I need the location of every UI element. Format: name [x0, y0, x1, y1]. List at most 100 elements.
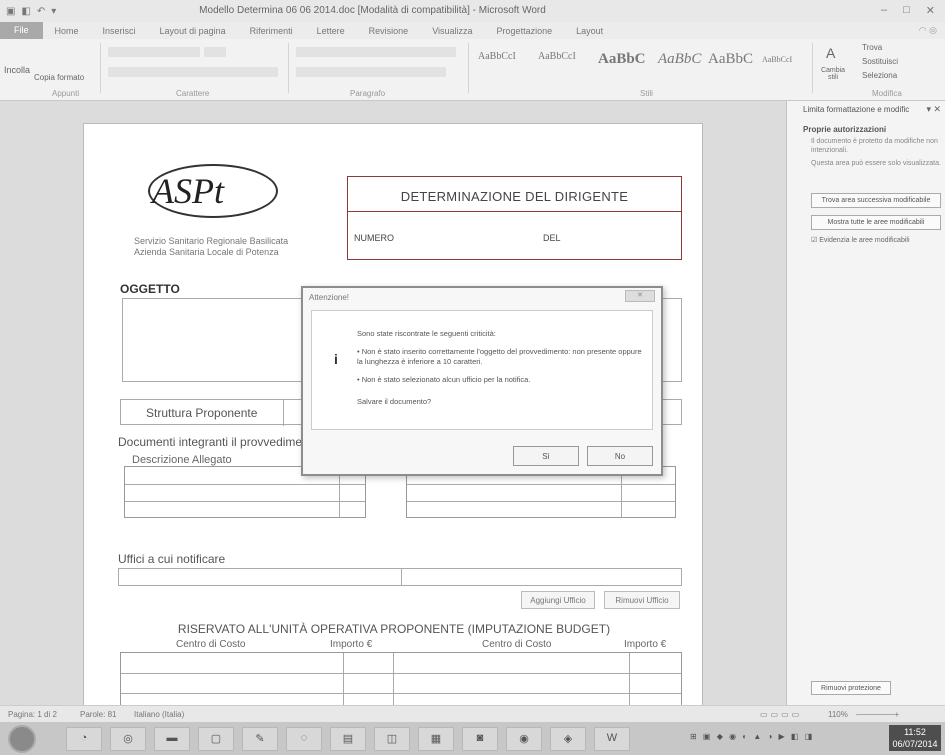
- pane-close-icon[interactable]: ▾ ✕: [926, 104, 941, 115]
- taskbar-app-8-icon[interactable]: ◫: [374, 727, 410, 751]
- uffici-label: Uffici a cui notificare: [118, 552, 226, 566]
- style-heading1[interactable]: AaBbC: [598, 51, 646, 68]
- clock-date: 06/07/2014: [892, 739, 938, 749]
- taskbar-app-6-icon[interactable]: ◌: [286, 727, 322, 751]
- numero-label: NUMERO: [354, 233, 394, 243]
- system-tray-icons[interactable]: ⊞ ▣ ◆ ◉ ◐ ▲ ◑ ▶ ◧ ◨: [690, 732, 814, 741]
- group-editing: Modifica: [872, 89, 902, 98]
- style-no-spacing[interactable]: AaBbCcI: [538, 51, 576, 62]
- ribbon-tabs: File Home Inserisci Layout di pagina Rif…: [0, 22, 945, 39]
- font-size-box[interactable]: [204, 47, 226, 57]
- minimize-icon[interactable]: –: [881, 4, 887, 17]
- taskbar-app-5-icon[interactable]: ✎: [242, 727, 278, 751]
- tab-layout[interactable]: Layout: [564, 26, 615, 36]
- dialog-bullet-2: • Non è stato selezionato alcun ufficio …: [357, 375, 531, 384]
- oggetto-label: OGGETTO: [120, 282, 180, 296]
- taskbar-app-10-icon[interactable]: ◙: [462, 727, 498, 751]
- zoom-level[interactable]: 110%: [828, 710, 848, 719]
- del-label: DEL: [543, 233, 561, 243]
- language-indicator[interactable]: Italiano (Italia): [134, 710, 184, 719]
- help-icon[interactable]: ◠ ◎: [919, 25, 937, 36]
- alignment-buttons[interactable]: [296, 67, 446, 77]
- find-next-editable-button[interactable]: Trova area successiva modificabile: [811, 193, 941, 208]
- warning-dialog: Attenzione! ✕ i Sono state riscontrate l…: [301, 286, 663, 476]
- highlight-editable-checkbox[interactable]: ☑ Evidenzia le aree modificabili: [811, 236, 910, 244]
- view-buttons[interactable]: ▭▭▭▭: [760, 710, 802, 719]
- close-icon[interactable]: ✕: [926, 4, 935, 17]
- paste-button[interactable]: Incolla: [4, 65, 30, 75]
- taskbar-app-3-icon[interactable]: ▬: [154, 727, 190, 751]
- add-office-button[interactable]: Aggiungi Ufficio: [521, 591, 595, 609]
- pane-text-protected: Il documento è protetto da modifiche non…: [811, 138, 938, 154]
- documenti-label: Documenti integranti il provvedime: [118, 435, 303, 449]
- budget-table[interactable]: [120, 652, 682, 705]
- window-title: Modello Determina 06 06 2014.doc [Modali…: [199, 5, 546, 16]
- budget-title: RISERVATO ALL'UNITÀ OPERATIVA PROPONENTE…: [177, 622, 611, 636]
- find-button[interactable]: Trova: [862, 43, 882, 52]
- budget-header-cost1: Centro di Costo: [176, 639, 246, 650]
- style-heading2[interactable]: AaBbC: [658, 51, 701, 68]
- highlight-editable-label: Evidenzia le aree modificabili: [819, 237, 910, 244]
- dialog-bullet-1: • Non è stato inserito correttamente l'o…: [357, 347, 642, 366]
- uffici-field[interactable]: [118, 568, 682, 586]
- tab-insert[interactable]: Inserisci: [91, 26, 148, 36]
- budget-header-amount1: Importo €: [330, 639, 373, 650]
- taskbar-app-7-icon[interactable]: ▤: [330, 727, 366, 751]
- copy-format-button[interactable]: Copia formato: [34, 73, 84, 82]
- tab-file[interactable]: File: [0, 22, 43, 39]
- window-controls: – □ ✕: [881, 4, 935, 17]
- group-paragraph: Paragrafo: [350, 89, 386, 98]
- title-bar: ▣ ◧ ↶ ▾ Modello Determina 06 06 2014.doc…: [0, 0, 945, 22]
- style-normal[interactable]: AaBbCcI: [478, 51, 516, 62]
- taskbar-app-1-icon[interactable]: ◔: [66, 727, 102, 751]
- font-format-buttons[interactable]: [108, 67, 278, 77]
- tab-home[interactable]: Home: [43, 26, 91, 36]
- yes-button[interactable]: Sì: [513, 446, 579, 466]
- budget-header-cost2: Centro di Costo: [482, 639, 552, 650]
- zoom-slider[interactable]: –──────+: [856, 710, 899, 719]
- group-font: Carattere: [176, 89, 210, 98]
- start-button[interactable]: [8, 725, 36, 753]
- change-styles-button[interactable]: Cambia stili: [816, 67, 850, 81]
- style-subtitle[interactable]: AaBbCcI: [762, 55, 792, 64]
- taskbar-app-4-icon[interactable]: ▢: [198, 727, 234, 751]
- clock-time: 11:52: [904, 727, 926, 737]
- font-name-box[interactable]: [108, 47, 200, 57]
- page-count[interactable]: Pagina: 1 di 2: [8, 710, 57, 719]
- struttura-label: Struttura Proponente: [146, 406, 258, 420]
- style-title[interactable]: AaBbC: [708, 51, 753, 68]
- list-buttons[interactable]: [296, 47, 456, 57]
- determination-box: DETERMINAZIONE DEL DIRIGENTE NUMERO DEL: [347, 176, 682, 260]
- determination-title: DETERMINAZIONE DEL DIRIGENTE: [400, 189, 629, 204]
- taskbar-word-icon[interactable]: W: [594, 727, 630, 751]
- replace-button[interactable]: Sostituisci: [862, 57, 898, 66]
- restrict-editing-pane: Limita formattazione e modific ▾ ✕ Propr…: [786, 101, 945, 705]
- tab-mailings[interactable]: Lettere: [305, 26, 357, 36]
- group-styles: Stili: [640, 89, 653, 98]
- tab-page-layout[interactable]: Layout di pagina: [148, 26, 238, 36]
- word-count[interactable]: Parole: 81: [80, 710, 116, 719]
- dialog-close-button[interactable]: ✕: [625, 290, 655, 302]
- remove-office-button[interactable]: Rimuovi Ufficio: [604, 591, 680, 609]
- select-button[interactable]: Seleziona: [862, 71, 897, 80]
- change-styles-icon[interactable]: A: [826, 45, 835, 61]
- show-all-editable-button[interactable]: Mostra tutte le aree modificabili: [811, 215, 941, 230]
- pane-section-title: Proprie autorizzazioni: [803, 125, 887, 134]
- clock[interactable]: 11:52 06/07/2014: [889, 725, 941, 751]
- taskbar-app-12-icon[interactable]: ◈: [550, 727, 586, 751]
- dialog-body: i Sono state riscontrate le seguenti cri…: [311, 310, 653, 430]
- status-bar: Pagina: 1 di 2 Parole: 81 Italiano (Ital…: [0, 705, 945, 722]
- tab-references[interactable]: Riferimenti: [238, 26, 305, 36]
- maximize-icon[interactable]: □: [903, 4, 910, 17]
- no-button[interactable]: No: [587, 446, 653, 466]
- tab-review[interactable]: Revisione: [357, 26, 421, 36]
- taskbar-app-9-icon[interactable]: ▦: [418, 727, 454, 751]
- pane-title: Limita formattazione e modific: [803, 105, 910, 114]
- taskbar-app-2-icon[interactable]: ◎: [110, 727, 146, 751]
- pane-text-readonly: Questa area può essere solo visualizzata…: [811, 160, 941, 167]
- stop-protection-button[interactable]: Rimuovi protezione: [811, 681, 891, 695]
- tab-design[interactable]: Progettazione: [485, 26, 565, 36]
- dialog-intro-text: Sono state riscontrate le seguenti criti…: [357, 329, 496, 338]
- tab-view[interactable]: Visualizza: [420, 26, 484, 36]
- taskbar-app-11-icon[interactable]: ◉: [506, 727, 542, 751]
